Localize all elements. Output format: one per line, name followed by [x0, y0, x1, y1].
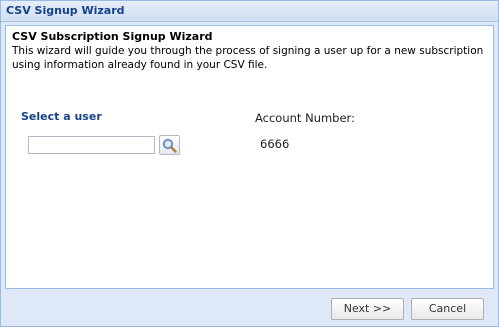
- account-number-label: Account Number:: [255, 111, 355, 125]
- user-search-button[interactable]: [159, 135, 180, 155]
- wizard-window: CSV Signup Wizard CSV Subscription Signu…: [0, 0, 499, 327]
- wizard-content-panel: CSV Subscription Signup Wizard This wiza…: [5, 25, 494, 289]
- cancel-button[interactable]: Cancel: [411, 298, 484, 320]
- window-titlebar[interactable]: CSV Signup Wizard: [1, 1, 498, 22]
- account-number-value: 6666: [260, 137, 290, 151]
- next-button[interactable]: Next >>: [331, 298, 404, 320]
- wizard-header: CSV Subscription Signup Wizard This wiza…: [12, 30, 488, 72]
- user-search-input[interactable]: [28, 136, 155, 154]
- wizard-heading: CSV Subscription Signup Wizard: [12, 30, 213, 43]
- window-title: CSV Signup Wizard: [6, 4, 125, 17]
- magnifier-icon: [163, 139, 177, 153]
- wizard-description: This wizard will guide you through the p…: [12, 45, 484, 71]
- select-user-label: Select a user: [21, 110, 102, 123]
